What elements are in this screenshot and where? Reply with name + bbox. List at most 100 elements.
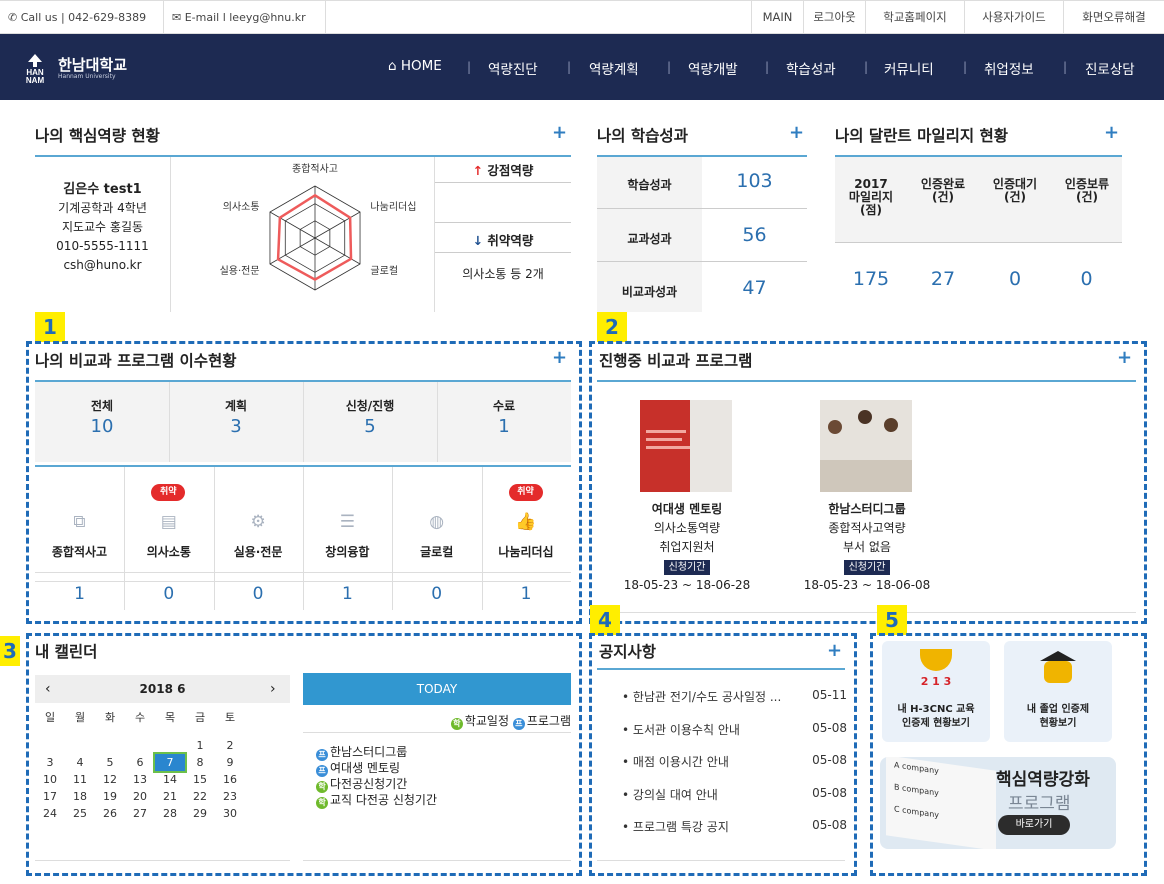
competency-label: 의사소통 [146, 545, 191, 559]
divider [597, 261, 807, 262]
nav-separator: | [567, 60, 572, 74]
program-status-more-icon[interactable]: + [552, 349, 567, 367]
annotation-tag-5: 5 [877, 605, 907, 635]
link-error-report[interactable]: 화면오류해결 [1063, 1, 1164, 34]
calendar-day[interactable]: 6 [125, 754, 155, 771]
divider [597, 612, 1136, 613]
graduation-cap-icon [1040, 651, 1076, 661]
link-logout[interactable]: 로그아웃 [803, 1, 865, 34]
graduation-cert-banner[interactable]: 내 졸업 인증제 현황보기 [1004, 641, 1112, 742]
university-logo[interactable]: HAN NAM 한남대학교 Hannam University [20, 52, 127, 85]
nav-item-learning[interactable]: 학습성과 [786, 58, 836, 78]
link-school-home[interactable]: 학교홈페이지 [865, 1, 964, 34]
calendar-day[interactable]: 13 [125, 771, 155, 788]
calendar-day[interactable]: 12 [95, 771, 125, 788]
weak-value: 의사소통 등 2개 [462, 267, 544, 281]
program-status-title: 나의 비교과 프로그램 이수현황 [35, 352, 237, 370]
h3cnc-cert-banner[interactable]: 2 1 3 내 H-3CNC 교육 인증제 현황보기 [882, 641, 990, 742]
learning-row-value: 47 [742, 277, 767, 299]
calendar-day[interactable]: 5 [95, 754, 125, 771]
competency-label: 글로컬 [420, 545, 454, 559]
learning-more-icon[interactable]: + [789, 124, 804, 142]
competency-value: 1 [74, 584, 85, 604]
calendar-day[interactable]: 7 [153, 752, 187, 773]
program-name[interactable]: 여대생 멘토링 [622, 500, 752, 517]
logo-mark-icon: HAN NAM [20, 53, 50, 85]
link-main[interactable]: MAIN [751, 1, 803, 34]
nav-item-community[interactable]: 커뮤니티 [884, 58, 934, 78]
globe-icon: ◍ [429, 512, 445, 532]
calendar-day[interactable]: 22 [185, 788, 215, 805]
call-text: Call us | 042-629-8389 [20, 11, 147, 24]
program-thumbnail-study[interactable] [820, 400, 912, 492]
nav-item-counsel[interactable]: 진로상담 [1085, 58, 1135, 78]
notice-item[interactable]: • 프로그램 특강 공지 05-08 [622, 818, 847, 835]
calendar-day[interactable]: 15 [185, 771, 215, 788]
calendar-day[interactable]: 2 [215, 737, 245, 754]
nav-item-plan[interactable]: 역량계획 [589, 58, 639, 78]
notice-item[interactable]: • 강의실 대여 안내 05-08 [622, 786, 847, 803]
notice-item[interactable]: • 한남관 전기/수도 공사일정 ... 05-11 [622, 688, 847, 705]
calendar-day[interactable]: 18 [65, 788, 95, 805]
home-icon: ⌂ [388, 58, 401, 74]
nav-home[interactable]: ⌂ HOME [388, 58, 442, 74]
nav-separator: | [963, 60, 968, 74]
calendar-day[interactable]: 21 [155, 788, 185, 805]
nav-item-develop[interactable]: 역량개발 [688, 58, 738, 78]
calendar-day[interactable]: 14 [155, 771, 185, 788]
go-button[interactable]: 바로가기 [998, 815, 1070, 835]
calendar-day[interactable]: 17 [35, 788, 65, 805]
competency-value: 1 [520, 584, 532, 604]
mileage-more-icon[interactable]: + [1104, 124, 1119, 142]
bullet-icon: • [622, 820, 633, 834]
calendar-day[interactable]: 8 [185, 754, 215, 771]
link-user-guide[interactable]: 사용자가이드 [964, 1, 1063, 34]
calendar-day[interactable]: 10 [35, 771, 65, 788]
notice-item[interactable]: • 매점 이용시간 안내 05-08 [622, 753, 847, 770]
nav-item-jobs[interactable]: 취업정보 [984, 58, 1034, 78]
calendar-day[interactable]: 3 [35, 754, 65, 771]
annotation-tag-2: 2 [597, 312, 627, 342]
calendar-day[interactable]: 24 [35, 805, 65, 822]
calendar-day[interactable]: 9 [215, 754, 245, 771]
nav-separator: | [864, 60, 869, 74]
ongoing-more-icon[interactable]: + [1117, 349, 1132, 367]
nav-separator: | [765, 60, 770, 74]
calendar-day[interactable]: 19 [95, 788, 125, 805]
annotation-tag-1: 1 [35, 312, 65, 342]
calendar-day[interactable]: 4 [65, 754, 95, 771]
calendar-day[interactable]: 20 [125, 788, 155, 805]
calendar-day[interactable]: 25 [65, 805, 95, 822]
summary-value: 3 [230, 416, 242, 437]
core-competency-program-banner[interactable]: A company B company C company 핵심역량강화 프로그… [880, 757, 1116, 849]
mileage-header: 인증완료 (건) [920, 177, 966, 204]
calendar-day[interactable]: 23 [215, 788, 245, 805]
calendar-day[interactable]: 29 [185, 805, 215, 822]
calendar-day[interactable]: 30 [215, 805, 245, 822]
calendar-legend: 학 학교일정 프 프로그램 [303, 712, 571, 730]
overlap-square-icon: ⧉ [73, 512, 86, 532]
bullet-icon: • [622, 722, 633, 737]
summary-label: 신청/진행 [345, 399, 395, 413]
weekday-header: 수 [134, 711, 146, 724]
calendar-day[interactable]: 26 [95, 805, 125, 822]
program-thumbnail-mentoring[interactable] [640, 400, 732, 492]
calendar-event[interactable]: 학 교직 다전공 신청기간 [316, 791, 437, 809]
core-more-icon[interactable]: + [552, 124, 567, 142]
calendar-day[interactable]: 16 [215, 771, 245, 788]
calendar-next-button[interactable]: › [270, 681, 276, 697]
weekday-header: 목 [164, 711, 176, 724]
arrow-down-icon: ↓ [472, 233, 488, 248]
program-name[interactable]: 한남스터디그룹 [802, 500, 932, 517]
nav-item-diagnosis[interactable]: 역량진단 [488, 58, 538, 78]
today-button[interactable]: TODAY [303, 673, 571, 705]
calendar-day[interactable]: 27 [125, 805, 155, 822]
notice-text: 강의실 대여 안내 [632, 787, 718, 802]
notice-more-icon[interactable]: + [827, 642, 842, 660]
weekday-header: 토 [224, 711, 236, 724]
calendar-day[interactable]: 28 [155, 805, 185, 822]
divider [435, 222, 571, 223]
calendar-day[interactable]: 1 [185, 737, 215, 754]
calendar-day[interactable]: 11 [65, 771, 95, 788]
notice-item[interactable]: • 도서관 이용수칙 안내 05-08 [622, 721, 847, 738]
